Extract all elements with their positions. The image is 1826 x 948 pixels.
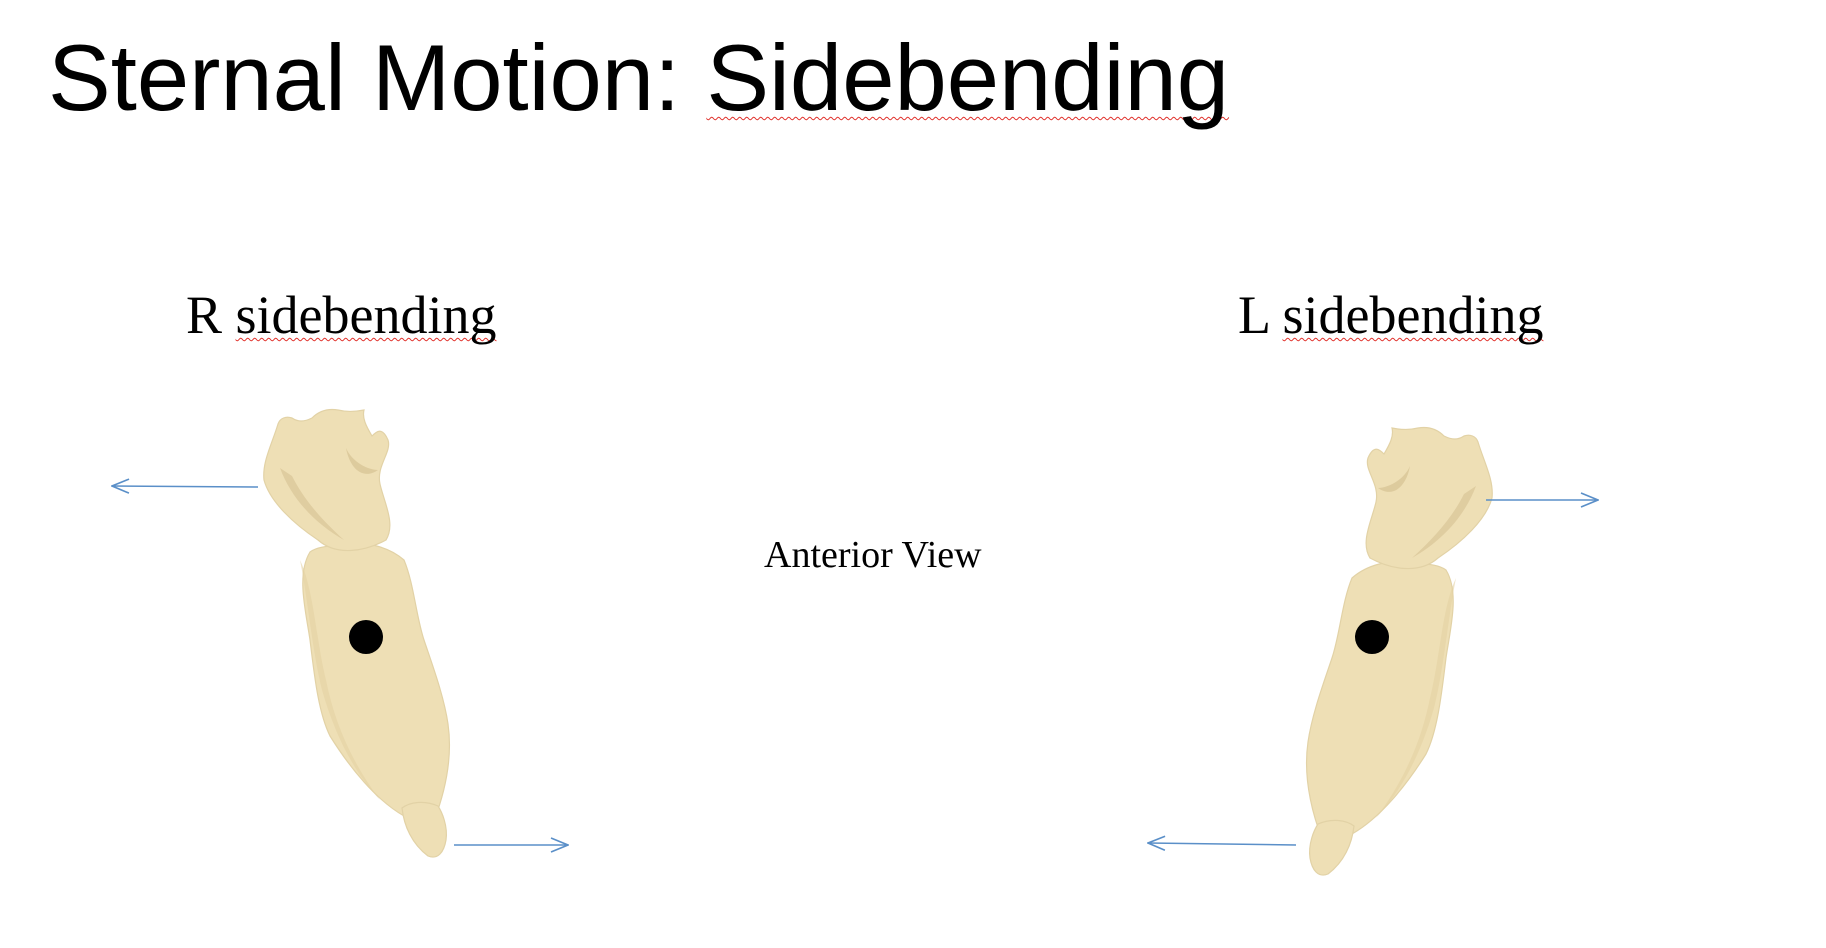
r-pivot-dot (349, 620, 383, 654)
l-inferior-arrow (1148, 843, 1297, 845)
r-superior-arrow (112, 486, 259, 487)
l-sidebending-sternum (1305, 426, 1493, 876)
slide: Sternal Motion: Sidebending R sidebendin… (0, 0, 1826, 948)
sternum-diagram (0, 408, 1826, 876)
l-pivot-dot (1355, 620, 1389, 654)
